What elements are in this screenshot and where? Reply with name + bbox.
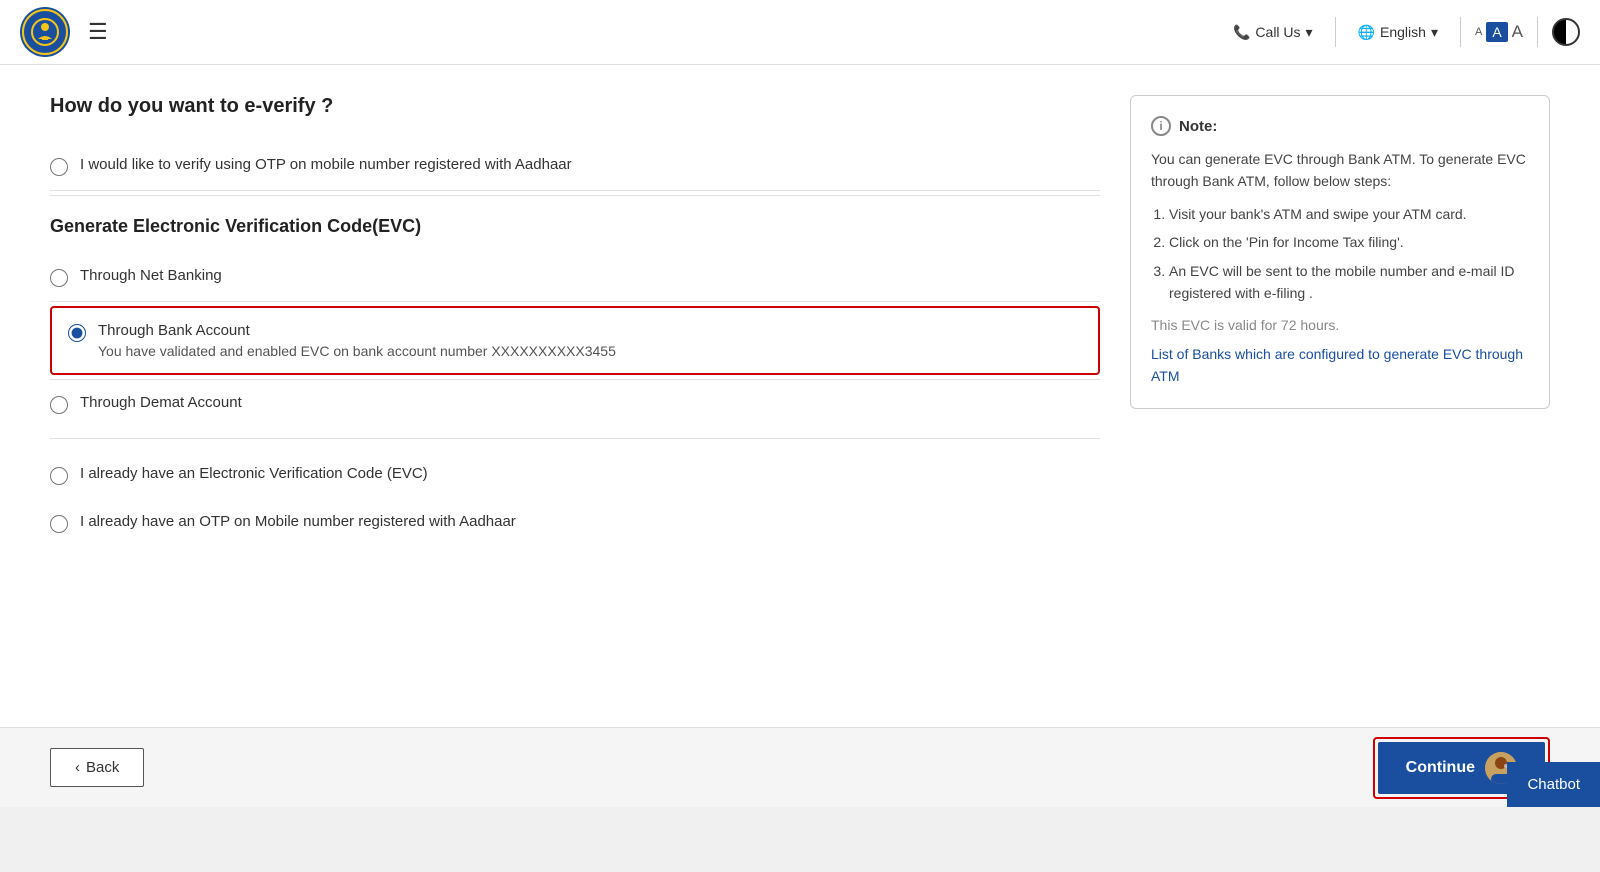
page-question: How do you want to e-verify ?	[50, 95, 1100, 118]
already-otp-radio[interactable]	[50, 515, 68, 533]
bank-account-option[interactable]: Through Bank Account You have validated …	[50, 306, 1100, 375]
banks-list-link[interactable]: List of Banks which are configured to ge…	[1151, 346, 1523, 384]
left-panel: How do you want to e-verify ? I would li…	[50, 95, 1100, 547]
language-button[interactable]: 🌐 English ▾	[1350, 20, 1446, 45]
separator-1	[1335, 17, 1336, 47]
call-us-label: Call Us	[1255, 24, 1300, 40]
note-validity: This EVC is valid for 72 hours.	[1151, 314, 1529, 336]
evc-section-title: Generate Electronic Verification Code(EV…	[50, 216, 1100, 237]
contrast-button[interactable]	[1552, 18, 1580, 46]
continue-label: Continue	[1406, 759, 1475, 777]
info-icon: i	[1151, 116, 1171, 136]
font-controls: A A A	[1475, 22, 1523, 42]
note-steps: Visit your bank's ATM and swipe your ATM…	[1151, 203, 1529, 305]
note-step-1: Visit your bank's ATM and swipe your ATM…	[1169, 203, 1529, 225]
separator-3	[1537, 17, 1538, 47]
note-body: You can generate EVC through Bank ATM. T…	[1151, 148, 1529, 388]
bank-account-label: Through Bank Account	[98, 322, 616, 339]
already-otp-option[interactable]: I already have an OTP on Mobile number r…	[50, 499, 1100, 547]
aadhaar-otp-option[interactable]: I would like to verify using OTP on mobi…	[50, 142, 1100, 191]
demat-account-label: Through Demat Account	[80, 394, 242, 411]
hamburger-icon[interactable]: ☰	[88, 19, 108, 45]
evc-section: Generate Electronic Verification Code(EV…	[50, 216, 1100, 428]
already-evc-label: I already have an Electronic Verificatio…	[80, 465, 428, 482]
chatbot-label: Chatbot	[1527, 776, 1580, 793]
font-medium-button[interactable]: A	[1486, 22, 1507, 42]
note-intro: You can generate EVC through Bank ATM. T…	[1151, 148, 1529, 193]
already-evc-option[interactable]: I already have an Electronic Verificatio…	[50, 451, 1100, 499]
chevron-down-icon-lang: ▾	[1431, 24, 1438, 41]
note-panel: i Note: You can generate EVC through Ban…	[1130, 95, 1550, 409]
logo	[20, 7, 70, 57]
globe-icon: 🌐	[1358, 24, 1375, 41]
aadhaar-otp-label: I would like to verify using OTP on mobi…	[80, 156, 572, 173]
net-banking-option[interactable]: Through Net Banking	[50, 253, 1100, 302]
note-header: i Note:	[1151, 116, 1529, 136]
note-step-3: An EVC will be sent to the mobile number…	[1169, 260, 1529, 305]
separator-2	[1460, 17, 1461, 47]
language-label: English	[1380, 24, 1426, 40]
phone-icon: 📞	[1233, 24, 1250, 41]
back-label: Back	[86, 759, 119, 776]
back-button[interactable]: ‹ Back	[50, 748, 144, 787]
aadhaar-otp-radio[interactable]	[50, 158, 68, 176]
already-evc-radio[interactable]	[50, 467, 68, 485]
divider-2	[50, 438, 1100, 439]
font-large-button[interactable]: A	[1512, 22, 1523, 42]
note-title: Note:	[1179, 118, 1217, 135]
main-content: How do you want to e-verify ? I would li…	[0, 65, 1600, 807]
bottom-bar: ‹ Back Continue	[0, 727, 1600, 807]
demat-account-option[interactable]: Through Demat Account	[50, 379, 1100, 428]
bank-account-sub-label: You have validated and enabled EVC on ba…	[98, 343, 616, 359]
font-small-button[interactable]: A	[1475, 26, 1482, 38]
net-banking-label: Through Net Banking	[80, 267, 222, 284]
header: ☰ 📞 Call Us ▾ 🌐 English ▾ A A A	[0, 0, 1600, 65]
net-banking-radio[interactable]	[50, 269, 68, 287]
back-arrow-icon: ‹	[75, 759, 80, 776]
note-step-2: Click on the 'Pin for Income Tax filing'…	[1169, 231, 1529, 253]
content-layout: How do you want to e-verify ? I would li…	[50, 95, 1550, 547]
logo-inner	[22, 9, 68, 55]
bank-account-radio[interactable]	[68, 324, 86, 342]
header-right: 📞 Call Us ▾ 🌐 English ▾ A A A	[1225, 17, 1580, 47]
header-left: ☰	[20, 7, 108, 57]
call-us-button[interactable]: 📞 Call Us ▾	[1225, 20, 1321, 45]
chatbot-button[interactable]: Chatbot	[1507, 762, 1600, 807]
demat-account-radio[interactable]	[50, 396, 68, 414]
divider-1	[50, 195, 1100, 196]
bank-account-text: Through Bank Account You have validated …	[98, 322, 616, 359]
chevron-down-icon: ▾	[1306, 24, 1313, 41]
already-otp-label: I already have an OTP on Mobile number r…	[80, 513, 516, 530]
